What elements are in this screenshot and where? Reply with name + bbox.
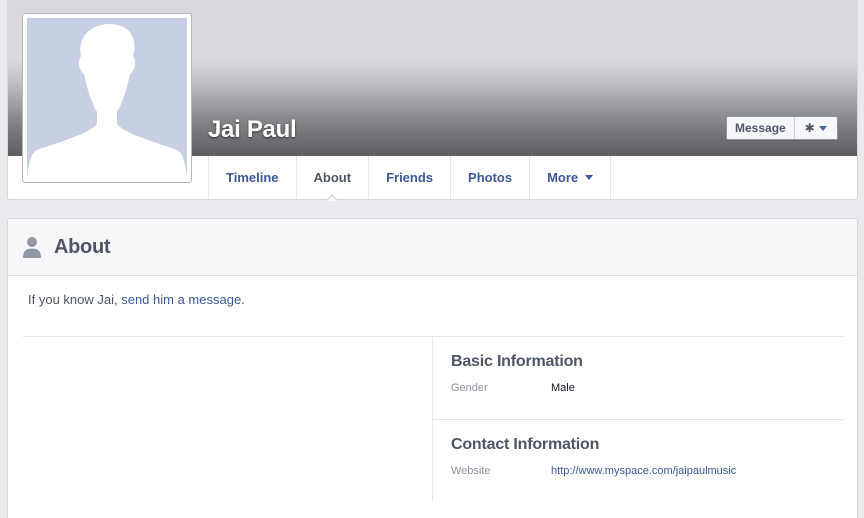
tab-label: Photos — [468, 170, 513, 185]
tab-label: Friends — [386, 170, 434, 185]
profile-actions: Message ✱ — [726, 116, 838, 140]
person-icon — [23, 237, 41, 258]
gear-icon: ✱ — [804, 121, 815, 135]
default-avatar-icon — [27, 18, 187, 178]
divider — [433, 419, 844, 420]
chevron-down-icon — [585, 175, 594, 180]
tab-photos[interactable]: Photos — [451, 156, 531, 199]
intro-text: If you know Jai, — [28, 292, 122, 307]
basic-info-title: Basic Information — [451, 353, 583, 370]
tab-timeline[interactable]: Timeline — [209, 156, 297, 199]
website-label: Website — [451, 465, 491, 477]
profile-header: Jai Paul Message ✱ Timeline About Friend… — [7, 0, 858, 201]
divider — [23, 336, 844, 337]
about-section: About If you know Jai, send him a messag… — [7, 218, 858, 518]
options-dropdown-button[interactable]: ✱ — [795, 117, 837, 139]
gender-label: Gender — [451, 382, 488, 394]
contact-info-title: Contact Information — [451, 436, 600, 453]
tab-about[interactable]: About — [297, 156, 370, 201]
about-header: About — [8, 219, 857, 276]
intro-suffix: . — [241, 292, 245, 307]
section-title: About — [54, 235, 111, 258]
about-intro: If you know Jai, send him a message. — [28, 292, 245, 307]
send-message-link[interactable]: send him a message — [121, 292, 241, 307]
profile-name[interactable]: Jai Paul — [208, 116, 297, 144]
tab-label: Timeline — [226, 170, 279, 185]
chevron-down-icon — [818, 125, 827, 131]
tab-friends[interactable]: Friends — [369, 156, 452, 199]
tab-label: More — [547, 170, 579, 185]
website-link[interactable]: http://www.myspace.com/jaipaulmusic — [551, 465, 736, 477]
message-button[interactable]: Message — [727, 117, 795, 139]
profile-picture[interactable] — [22, 13, 192, 183]
profile-tabs: Timeline About Friends Photos More — [208, 156, 612, 201]
gender-value: Male — [551, 382, 575, 394]
tab-label: About — [313, 170, 352, 185]
tab-more[interactable]: More — [530, 156, 612, 199]
